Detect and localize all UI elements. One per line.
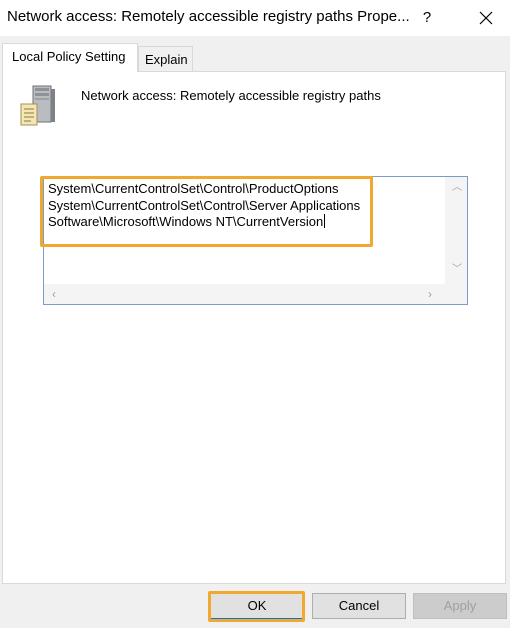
horizontal-scrollbar[interactable]: ‹ ›	[44, 284, 445, 304]
window-title: Network access: Remotely accessible regi…	[7, 8, 410, 25]
registry-path-line-last: Software\Microsoft\Windows NT\CurrentVer…	[48, 214, 326, 229]
server-policy-icon	[20, 85, 55, 126]
policy-name-label: Network access: Remotely accessible regi…	[81, 88, 381, 103]
properties-dialog: Network access: Remotely accessible regi…	[0, 0, 510, 628]
apply-button[interactable]: Apply	[413, 593, 507, 619]
registry-paths-text: System\CurrentControlSet\Control\Product…	[48, 181, 360, 231]
tab-local-policy-setting[interactable]: Local Policy Setting	[2, 43, 138, 72]
ok-button[interactable]: OK	[210, 593, 304, 619]
tab-explain[interactable]: Explain	[138, 46, 193, 71]
cancel-button[interactable]: Cancel	[312, 593, 406, 619]
title-bar: Network access: Remotely accessible regi…	[0, 0, 510, 36]
scroll-down-icon[interactable]: ﹀	[452, 265, 462, 275]
scroll-up-icon[interactable]: ︿	[452, 183, 462, 193]
tab-panel	[2, 71, 506, 584]
registry-path-line: System\CurrentControlSet\Control\Product…	[48, 181, 339, 196]
help-button[interactable]: ?	[412, 0, 442, 36]
close-button[interactable]	[466, 0, 506, 36]
vertical-scrollbar[interactable]: ︿ ﹀	[445, 177, 467, 285]
help-icon: ?	[422, 9, 432, 26]
registry-paths-textbox[interactable]: System\CurrentControlSet\Control\Product…	[43, 176, 468, 305]
scroll-right-icon[interactable]: ›	[428, 288, 432, 300]
registry-path-line: System\CurrentControlSet\Control\Server …	[48, 197, 361, 213]
scroll-left-icon[interactable]: ‹	[52, 288, 56, 300]
close-icon	[479, 11, 493, 25]
text-caret	[324, 214, 326, 228]
scrollbar-corner	[445, 284, 467, 304]
